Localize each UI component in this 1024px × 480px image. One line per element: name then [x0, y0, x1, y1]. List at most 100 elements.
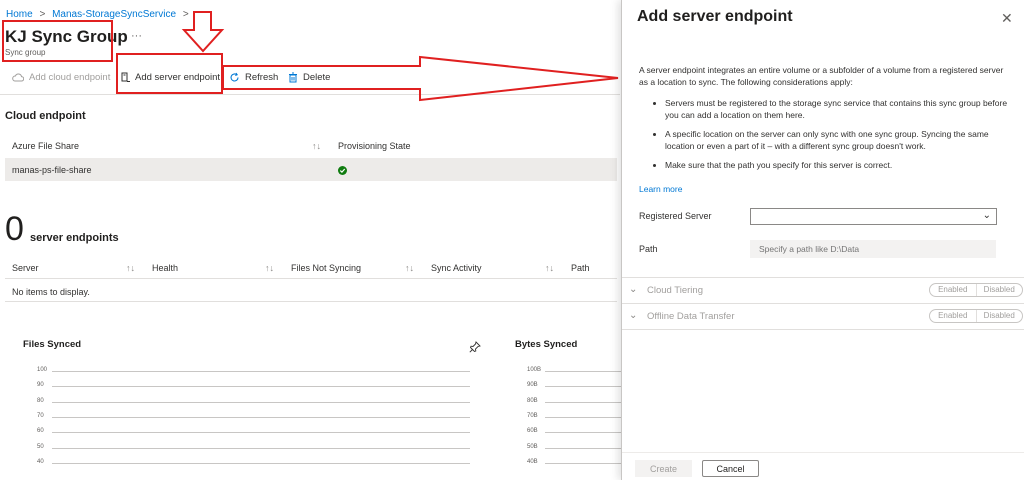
bytes-synced-chart-title: Bytes Synced	[515, 339, 578, 350]
files-synced-gridline	[52, 432, 470, 434]
table-row[interactable]: manas-ps-file-share	[5, 158, 617, 181]
files-synced-tick-label: 60	[37, 428, 44, 435]
panel-title: Add server endpoint	[637, 8, 793, 25]
cancel-button[interactable]: Cancel	[702, 460, 759, 477]
bytes-synced-gridline	[545, 462, 621, 464]
bytes-synced-gridline	[545, 416, 621, 418]
files-synced-gridline	[52, 447, 470, 449]
delete-label: Delete	[303, 72, 331, 83]
sort-icon[interactable]: ↑↓	[312, 141, 321, 151]
refresh-icon	[230, 72, 239, 82]
bytes-synced-tick-label: 70B	[527, 412, 538, 419]
files-synced-tick-label: 70	[37, 412, 44, 419]
files-synced-tick-label: 40	[37, 458, 44, 465]
files-synced-gridline	[52, 386, 470, 388]
toggle-enabled-option[interactable]: Enabled	[930, 310, 976, 322]
panel-footer-divider	[622, 452, 1024, 453]
add-cloud-endpoint-label: Add cloud endpoint	[29, 72, 111, 83]
bytes-synced-tick-label: 50B	[527, 443, 538, 450]
files-synced-gridline	[52, 416, 470, 418]
refresh-label: Refresh	[245, 72, 279, 83]
files-synced-chart-title: Files Synced	[23, 339, 82, 350]
bytes-synced-gridline	[545, 386, 621, 388]
cloud-add-icon	[12, 73, 24, 82]
path-input[interactable]	[750, 240, 996, 258]
file-share-name: manas-ps-file-share	[12, 165, 92, 175]
add-cloud-endpoint-button[interactable]: Add cloud endpoint	[12, 72, 110, 83]
offline-data-transfer-section[interactable]: ⌄ Offline Data Transfer Enabled Disabled	[621, 304, 1024, 330]
offline-data-transfer-label: Offline Data Transfer	[647, 311, 735, 322]
add-server-endpoint-button[interactable]: Add server endpoint	[121, 72, 220, 83]
sort-icon[interactable]: ↑↓	[265, 263, 274, 273]
bytes-synced-tick-label: 40B	[527, 458, 538, 465]
cloud-tiering-toggle[interactable]: Enabled Disabled	[929, 283, 1023, 297]
cloud-endpoint-title: Cloud endpoint	[5, 110, 86, 122]
list-item: Make sure that the path you specify for …	[665, 159, 1013, 171]
empty-table-message: No items to display.	[12, 287, 90, 297]
bytes-synced-gridline	[545, 447, 621, 449]
files-synced-gridline	[52, 401, 470, 403]
bytes-synced-tick-label: 90B	[527, 382, 538, 389]
delete-button[interactable]: Delete	[288, 72, 330, 83]
cloud-tiering-label: Cloud Tiering	[647, 285, 703, 296]
toggle-disabled-option[interactable]: Disabled	[975, 310, 1023, 322]
considerations-list: Servers must be registered to the storag…	[653, 97, 1013, 178]
server-add-icon	[121, 72, 130, 82]
breadcrumb-separator: >	[39, 9, 46, 20]
annotation-title-box	[2, 20, 113, 62]
column-header-health[interactable]: Health	[152, 263, 178, 273]
column-header-azure-file-share[interactable]: Azure File Share	[12, 141, 79, 151]
files-synced-tick-label: 80	[37, 397, 44, 404]
server-endpoint-count: 0	[5, 210, 24, 248]
table-bottom-divider	[5, 301, 617, 302]
column-header-sync-activity[interactable]: Sync Activity	[431, 263, 482, 273]
panel-description: A server endpoint integrates an entire v…	[639, 65, 1004, 87]
cloud-tiering-section[interactable]: ⌄ Cloud Tiering Enabled Disabled	[621, 278, 1024, 304]
column-header-path[interactable]: Path	[571, 263, 590, 273]
sort-icon[interactable]: ↑↓	[545, 263, 554, 273]
breadcrumb: Home > Manas-StorageSyncService >	[6, 9, 193, 20]
breadcrumb-home-link[interactable]: Home	[6, 9, 33, 20]
bytes-synced-tick-label: 60B	[527, 428, 538, 435]
server-endpoints-title: server endpoints	[30, 232, 119, 244]
path-label: Path	[639, 244, 658, 254]
offline-data-transfer-toggle[interactable]: Enabled Disabled	[929, 309, 1023, 323]
column-header-server[interactable]: Server	[12, 263, 39, 273]
bytes-synced-tick-label: 100B	[527, 367, 542, 373]
files-synced-gridline	[52, 371, 470, 372]
table-header-divider	[5, 278, 617, 279]
pin-icon[interactable]	[469, 341, 481, 353]
chevron-down-icon: ⌄	[629, 284, 638, 295]
files-synced-tick-label: 100	[37, 367, 48, 373]
toggle-disabled-option[interactable]: Disabled	[975, 284, 1023, 296]
bytes-synced-tick-label: 80B	[527, 397, 538, 404]
files-synced-tick-label: 50	[37, 443, 44, 450]
list-item: A specific location on the server can on…	[665, 128, 1013, 152]
files-synced-gridline	[52, 462, 470, 464]
refresh-button[interactable]: Refresh	[229, 72, 278, 83]
success-check-icon	[338, 166, 347, 175]
registered-server-label: Registered Server	[639, 211, 712, 221]
column-header-files-not-syncing[interactable]: Files Not Syncing	[291, 263, 361, 273]
registered-server-dropdown[interactable]: ⌄	[750, 208, 997, 225]
chevron-down-icon: ⌄	[982, 210, 991, 221]
learn-more-link[interactable]: Learn more	[639, 184, 682, 194]
sort-icon[interactable]: ↑↓	[126, 263, 135, 273]
column-header-provisioning-state[interactable]: Provisioning State	[338, 141, 411, 151]
more-options-button[interactable]: ···	[131, 30, 142, 42]
bytes-synced-gridline	[545, 371, 621, 372]
breadcrumb-separator: >	[182, 9, 189, 20]
toggle-enabled-option[interactable]: Enabled	[930, 284, 976, 296]
panel-divider	[622, 329, 1024, 330]
create-button[interactable]: Create	[635, 460, 692, 477]
close-icon[interactable]: ✕	[1001, 10, 1013, 27]
sort-icon[interactable]: ↑↓	[405, 263, 414, 273]
chevron-down-icon: ⌄	[629, 310, 638, 321]
list-item: Servers must be registered to the storag…	[665, 97, 1013, 121]
toolbar-divider	[0, 94, 620, 95]
trash-icon	[289, 72, 297, 83]
breadcrumb-service-link[interactable]: Manas-StorageSyncService	[52, 9, 176, 20]
add-server-endpoint-label: Add server endpoint	[135, 72, 221, 83]
bytes-synced-gridline	[545, 401, 621, 403]
bytes-synced-gridline	[545, 432, 621, 434]
